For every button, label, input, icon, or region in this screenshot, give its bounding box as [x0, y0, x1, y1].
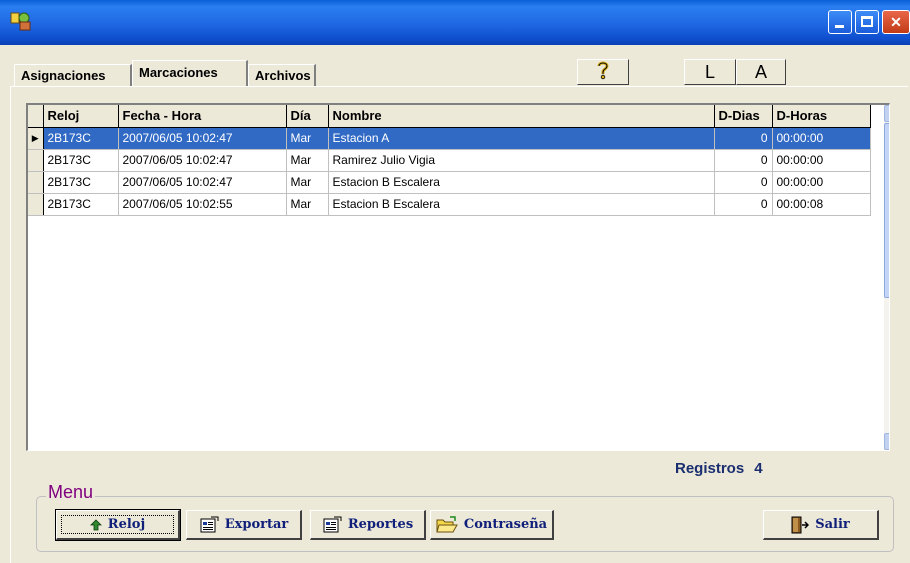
contrasena-button-label: Contraseña: [463, 517, 548, 532]
salir-button-label: Salir: [815, 517, 850, 532]
minimize-icon: [835, 25, 844, 28]
menu-legend: Menu: [46, 482, 96, 503]
title-bar[interactable]: ✕: [0, 0, 910, 45]
cell-fecha-hora[interactable]: 2007/06/05 10:02:47: [118, 127, 287, 150]
table-row[interactable]: 2B173C 2007/06/05 10:02:47 Mar Ramirez J…: [28, 149, 871, 172]
exportar-button[interactable]: Exportar: [186, 510, 302, 540]
open-folder-icon: [436, 515, 458, 532]
l-button[interactable]: L: [684, 59, 736, 85]
cell-d-horas[interactable]: 00:00:00: [772, 149, 871, 172]
cell-d-dias[interactable]: 0: [714, 171, 773, 194]
cell-dia[interactable]: Mar: [286, 171, 329, 194]
tab-marcaciones[interactable]: Marcaciones: [132, 60, 248, 86]
scroll-down-button[interactable]: ▼: [884, 433, 889, 450]
cell-nombre[interactable]: Estacion A: [328, 127, 715, 150]
cell-d-dias[interactable]: 0: [714, 149, 773, 172]
registros-count: 4: [754, 460, 763, 477]
column-header-dia[interactable]: Día: [286, 105, 329, 128]
row-indicator: [28, 149, 44, 172]
scroll-up-button[interactable]: ▲: [884, 105, 889, 122]
cell-reloj[interactable]: 2B173C: [43, 127, 119, 150]
cell-d-dias[interactable]: 0: [714, 127, 773, 150]
maximize-icon: [861, 16, 873, 27]
cell-dia[interactable]: Mar: [286, 193, 329, 216]
scroll-thumb[interactable]: [884, 123, 890, 298]
report-document-icon: [323, 516, 342, 532]
column-header-fecha-hora[interactable]: Fecha - Hora: [118, 105, 287, 128]
table-row[interactable]: 2B173C 2007/06/05 10:02:55 Mar Estacion …: [28, 193, 871, 216]
column-header-d-horas[interactable]: D-Horas: [772, 105, 871, 128]
tab-asignaciones[interactable]: Asignaciones: [14, 64, 132, 86]
help-button[interactable]: [577, 59, 629, 85]
cell-nombre[interactable]: Estacion B Escalera: [328, 171, 715, 194]
cell-reloj[interactable]: 2B173C: [43, 193, 119, 216]
registros-label: Registros: [675, 460, 745, 477]
close-button[interactable]: ✕: [882, 10, 910, 34]
marcaciones-grid[interactable]: Reloj Fecha - Hora Día Nombre D-Dias D-H…: [26, 103, 890, 451]
header-row: Reloj Fecha - Hora Día Nombre D-Dias D-H…: [28, 105, 871, 128]
vertical-scrollbar[interactable]: ▲ ▼: [884, 105, 890, 450]
reportes-button-label: Reportes: [347, 517, 414, 532]
tab-archivos[interactable]: Archivos: [248, 64, 316, 86]
contrasena-button[interactable]: Contraseña: [430, 510, 554, 540]
column-header-reloj[interactable]: Reloj: [43, 105, 119, 128]
row-indicator-header: [28, 105, 44, 128]
cell-reloj[interactable]: 2B173C: [43, 149, 119, 172]
export-document-icon: [200, 516, 219, 532]
cell-nombre[interactable]: Ramirez Julio Vigia: [328, 149, 715, 172]
salir-button[interactable]: Salir: [763, 510, 879, 540]
focus-ring: [61, 515, 174, 534]
minimize-button[interactable]: [828, 10, 852, 34]
help-icon: [597, 61, 609, 80]
table-row[interactable]: ▶ 2B173C 2007/06/05 10:02:47 Mar Estacio…: [28, 127, 871, 150]
column-header-d-dias[interactable]: D-Dias: [714, 105, 773, 128]
cell-dia[interactable]: Mar: [286, 127, 329, 150]
registros-status: Registros 4: [675, 460, 763, 477]
exit-door-icon: [791, 516, 810, 533]
reportes-button[interactable]: Reportes: [310, 510, 426, 540]
maximize-button[interactable]: [855, 10, 879, 34]
cell-d-dias[interactable]: 0: [714, 193, 773, 216]
row-indicator: [28, 171, 44, 194]
app-icon: [10, 10, 34, 32]
cell-fecha-hora[interactable]: 2007/06/05 10:02:47: [118, 149, 287, 172]
cell-nombre[interactable]: Estacion B Escalera: [328, 193, 715, 216]
exportar-button-label: Exportar: [224, 517, 289, 532]
cell-reloj[interactable]: 2B173C: [43, 171, 119, 194]
reloj-button[interactable]: Reloj: [55, 509, 181, 541]
table-row[interactable]: 2B173C 2007/06/05 10:02:47 Mar Estacion …: [28, 171, 871, 194]
a-button[interactable]: A: [736, 59, 786, 85]
cell-d-horas[interactable]: 00:00:08: [772, 193, 871, 216]
cell-d-horas[interactable]: 00:00:00: [772, 171, 871, 194]
cell-fecha-hora[interactable]: 2007/06/05 10:02:47: [118, 171, 287, 194]
grip-icon: [889, 206, 890, 216]
row-indicator: [28, 193, 44, 216]
column-header-nombre[interactable]: Nombre: [328, 105, 715, 128]
cell-d-horas[interactable]: 00:00:00: [772, 127, 871, 150]
cell-fecha-hora[interactable]: 2007/06/05 10:02:55: [118, 193, 287, 216]
data-table: Reloj Fecha - Hora Día Nombre D-Dias D-H…: [28, 105, 871, 216]
current-row-arrow-icon: ▶: [28, 127, 44, 150]
cell-dia[interactable]: Mar: [286, 149, 329, 172]
close-icon: ✕: [890, 14, 902, 30]
